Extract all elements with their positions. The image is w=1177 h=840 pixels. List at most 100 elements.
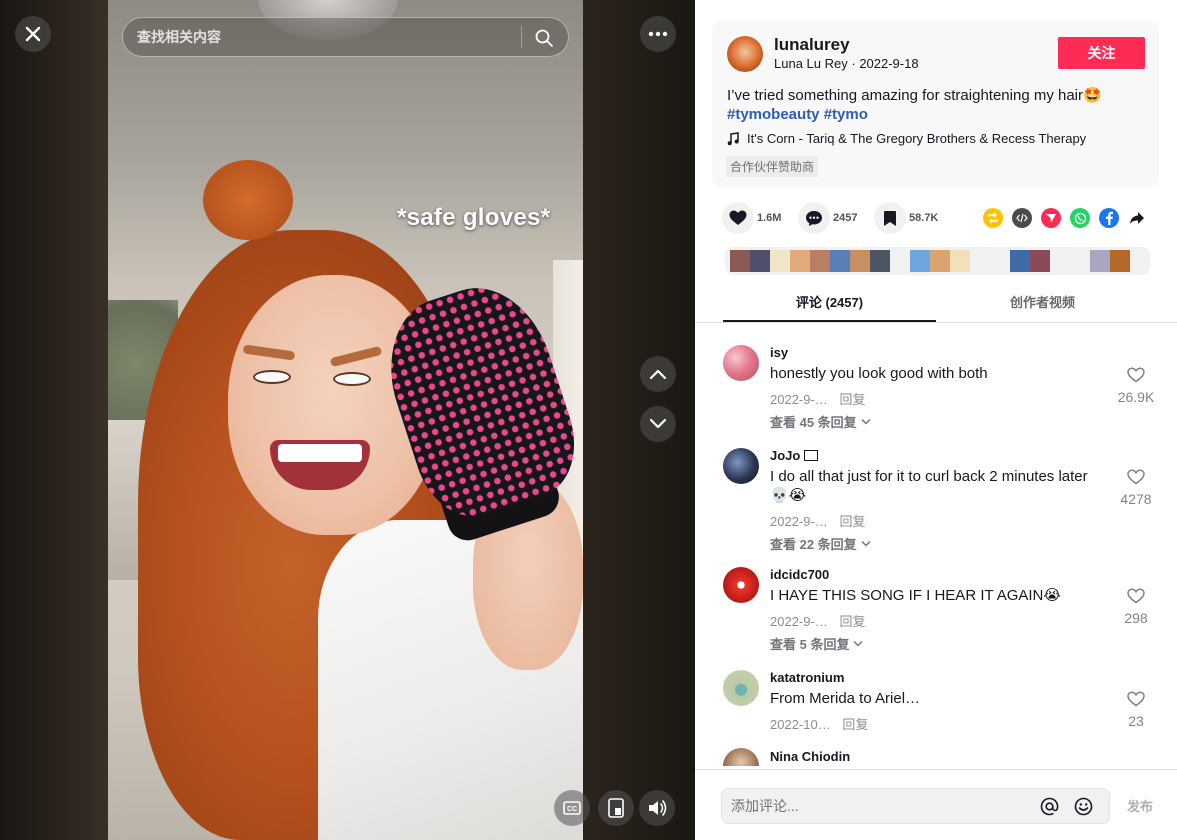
comment-like-button[interactable]: 4278 xyxy=(1113,469,1159,507)
description-text: I’ve tried something amazing for straigh… xyxy=(727,87,1102,104)
comment-like-count: 298 xyxy=(1124,610,1148,626)
next-video-button[interactable] xyxy=(640,406,676,442)
mention-button[interactable] xyxy=(1038,795,1060,817)
hair-bun xyxy=(203,160,293,240)
heart-icon xyxy=(729,210,747,225)
commenter-avatar[interactable] xyxy=(723,345,759,381)
like-button[interactable]: 1.6M xyxy=(722,202,781,234)
commenter-username[interactable]: isy xyxy=(770,345,788,360)
facebook-share-button[interactable] xyxy=(1099,208,1119,228)
comment-meta: 2022-10… 回复 xyxy=(770,714,868,733)
comment-like-count: 4278 xyxy=(1120,491,1152,507)
like-count: 1.6M xyxy=(757,212,782,224)
search-divider xyxy=(521,26,522,48)
commenter-username[interactable]: katatronium xyxy=(770,670,844,685)
heart-outline-icon xyxy=(1127,588,1145,604)
emoji-button[interactable] xyxy=(1072,795,1094,817)
author-username[interactable]: lunalurey xyxy=(774,35,850,55)
author-avatar[interactable] xyxy=(727,36,763,72)
commenter-username[interactable]: idcidc700 xyxy=(770,567,829,582)
more-share-button[interactable] xyxy=(1127,208,1147,228)
closed-captions-icon: CC xyxy=(563,801,581,815)
save-button[interactable]: 58.7K xyxy=(874,202,938,234)
emoji-icon xyxy=(1074,797,1092,815)
comment-input[interactable] xyxy=(731,789,1031,823)
more-options-button[interactable] xyxy=(640,16,676,52)
reply-button[interactable]: 回复 xyxy=(842,717,868,732)
view-replies-button[interactable]: 查看 45 条回复 xyxy=(770,412,871,431)
reply-button[interactable]: 回复 xyxy=(839,392,865,407)
embed-button[interactable] xyxy=(1012,208,1032,228)
follow-button[interactable]: 关注 xyxy=(1058,37,1145,69)
comment-list[interactable]: isy honestly you look good with both 202… xyxy=(695,323,1177,766)
action-bar: 1.6M 2457 58.7K xyxy=(722,202,1162,234)
hashtag-link[interactable]: #tymo xyxy=(824,106,868,123)
captions-button[interactable]: CC xyxy=(554,790,590,826)
chevron-down-icon xyxy=(853,640,863,647)
comment-icon-wrap xyxy=(798,202,830,234)
comment-icon xyxy=(806,210,822,226)
commenter-avatar[interactable] xyxy=(723,748,759,766)
at-sign-icon xyxy=(1040,797,1058,815)
app-root: *safe gloves* 查找相关内容 CC lunalurey Luna L… xyxy=(0,0,1177,840)
comment-item: isy honestly you look good with both 202… xyxy=(723,345,1163,435)
view-replies-label: 查看 5 条回复 xyxy=(770,637,850,652)
previous-video-button[interactable] xyxy=(640,356,676,392)
post-comment-button[interactable]: 发布 xyxy=(1127,796,1153,815)
close-icon xyxy=(25,26,41,42)
picture-in-picture-icon xyxy=(608,798,624,818)
whatsapp-share-button[interactable] xyxy=(1070,208,1090,228)
repost-button[interactable] xyxy=(983,208,1003,228)
comment-like-button[interactable]: 298 xyxy=(1113,588,1159,626)
author-nickname[interactable]: Luna Lu Rey xyxy=(774,56,848,71)
mini-player-button[interactable] xyxy=(598,790,634,826)
commenter-username[interactable]: JoJo xyxy=(770,448,818,463)
comment-like-count: 26.9K xyxy=(1117,389,1155,405)
search-input[interactable] xyxy=(137,18,517,56)
commenter-avatar[interactable] xyxy=(723,567,759,603)
comment-text: From Merida to Ariel… xyxy=(770,690,921,707)
commenter-username[interactable]: Nina Chiodin xyxy=(770,749,850,764)
send-to-friends-button[interactable] xyxy=(1041,208,1061,228)
comment-date: 2022-9-… xyxy=(770,514,828,529)
chevron-down-icon xyxy=(861,418,871,425)
view-replies-label: 查看 22 条回复 xyxy=(770,537,857,552)
video-player-area[interactable]: *safe gloves* 查找相关内容 CC xyxy=(0,0,695,840)
svg-text:CC: CC xyxy=(567,806,577,813)
sponsor-label: 合作伙伴赞助商 xyxy=(726,156,819,177)
comment-button[interactable]: 2457 xyxy=(798,202,857,234)
commenter-avatar[interactable] xyxy=(723,448,759,484)
volume-button[interactable] xyxy=(639,790,675,826)
view-replies-button[interactable]: 查看 22 条回复 xyxy=(770,534,871,553)
video-frame[interactable] xyxy=(108,0,583,840)
reply-button[interactable]: 回复 xyxy=(839,514,865,529)
music-title: It's Corn - Tariq & The Gregory Brothers… xyxy=(747,131,1087,146)
search-button[interactable] xyxy=(531,25,557,51)
search-bar xyxy=(122,17,569,57)
comment-input-box xyxy=(721,788,1110,824)
comment-like-count: 23 xyxy=(1128,713,1144,729)
comment-meta: 2022-9-… 回复 xyxy=(770,611,865,630)
comment-date: 2022-10… xyxy=(770,717,831,732)
commenter-avatar[interactable] xyxy=(723,670,759,706)
comment-text: I HAYE THIS SONG IF I HEAR IT AGAIN😭 xyxy=(770,587,1061,604)
tab-comments[interactable]: 评论 (2457) xyxy=(723,287,936,322)
whatsapp-icon xyxy=(1074,212,1086,224)
video-description: I’ve tried something amazing for straigh… xyxy=(727,86,1147,124)
chevron-down-icon xyxy=(649,418,667,429)
view-replies-button[interactable]: 查看 5 条回复 xyxy=(770,634,863,653)
comment-like-button[interactable]: 26.9K xyxy=(1113,367,1159,405)
chevron-down-icon xyxy=(861,540,871,547)
tab-creator-videos[interactable]: 创作者视频 xyxy=(936,287,1149,322)
comment-date: 2022-9-… xyxy=(770,392,828,407)
comment-like-button[interactable]: 23 xyxy=(1113,691,1159,729)
music-link[interactable]: It's Corn - Tariq & The Gregory Brothers… xyxy=(727,131,1086,146)
reply-button[interactable]: 回复 xyxy=(839,614,865,629)
right-eye xyxy=(333,372,371,386)
chevron-up-icon xyxy=(649,369,667,380)
unknown-glyph-icon xyxy=(803,450,818,461)
copy-link-bar[interactable] xyxy=(725,247,1150,275)
close-button[interactable] xyxy=(15,16,51,52)
view-replies-label: 查看 45 条回复 xyxy=(770,415,857,430)
hashtag-link[interactable]: #tymobeauty xyxy=(727,106,820,123)
